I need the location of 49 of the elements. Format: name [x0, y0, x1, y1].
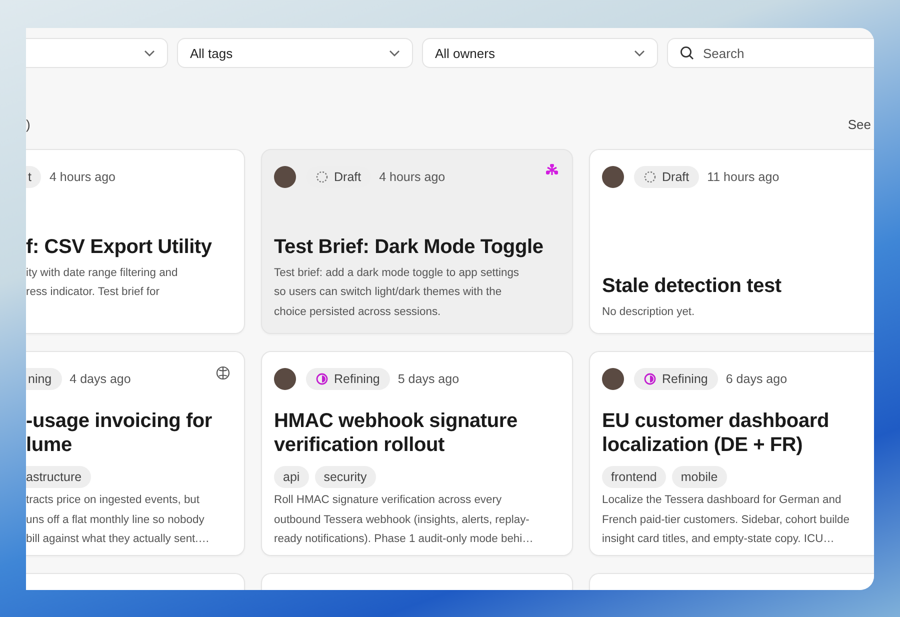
timestamp: 4 hours ago [49, 170, 116, 184]
half-circle-icon [316, 373, 328, 385]
status-badge: Refining [634, 368, 718, 390]
search-field[interactable]: Search [667, 38, 874, 68]
timestamp: 11 hours ago [707, 170, 780, 184]
status-badge: ning [26, 368, 62, 390]
tag-chip: api [274, 466, 309, 488]
card-description: Localize the Tessera dashboard for German and French paid-tier customers. Sidebar, cohort builde insight card titles, and empty-state copy. ICU… [602, 493, 850, 547]
status-badge: t [26, 166, 42, 188]
tag-chip: security [314, 466, 376, 488]
timestamp: 5 days ago [398, 372, 460, 386]
card-title: HMAC webhook signature verification rollout [274, 409, 518, 457]
card-title: Test Brief: Dark Mode Toggle [274, 234, 544, 258]
half-circle-icon [644, 373, 656, 385]
status-badge: Draft [634, 166, 700, 188]
card-title: f: CSV Export Utility [26, 234, 213, 258]
card-description: tracts price on ingested events, but uns off a flat monthly line so nobody bill against what they actually sent.… [26, 493, 210, 547]
timestamp: 6 days ago [726, 372, 788, 386]
dotted-circle-icon [644, 171, 656, 183]
chevron-down-icon [634, 50, 645, 56]
card-description: Test brief: add a dark mode toggle to app settings so users can switch light/dark themes with the choice persisted across sessions. [274, 266, 520, 320]
card-description: No description yet. [602, 304, 696, 320]
section-label: ) [26, 117, 30, 132]
timestamp: 4 hours ago [379, 170, 446, 184]
tag-chip: frontend [602, 466, 666, 488]
card-title: Stale detection test [602, 274, 782, 298]
search-icon [680, 46, 694, 60]
status-badge: Refining [306, 368, 390, 390]
chevron-down-icon [389, 50, 400, 56]
card-description: Roll HMAC signature verification across every outbound Tessera webhook (insights, alerts, replay- ready notifications). Phase 1 audit-only mode behi… [274, 493, 534, 547]
brief-card[interactable]: Draft 4 hours ago Test Brief: Dark Mode Toggle Test brief: add a dark mode toggle to app settings so users can switch light/dark themes with the choice persisted across sessions. [261, 149, 573, 334]
sparkle-icon [546, 164, 558, 176]
card-description: ity with date range filtering and ress indicator. Test brief for [26, 266, 179, 300]
brief-card[interactable]: t 4 hours ago f: CSV Export Utility ity with date range filtering and ress indicator. Test brief for [26, 149, 245, 334]
chevron-down-icon [144, 50, 155, 56]
globe-icon [216, 366, 230, 380]
tag-chip: mobile [672, 466, 727, 488]
card-title: -usage invoicing for lume [26, 409, 214, 457]
brief-card[interactable]: ning 4 days ago -usage invoicing for lume astructure tracts price on ingested events, but uns off a flat monthly line so nobody bill against what they actually sent.… [26, 351, 245, 556]
brief-card[interactable]: Draft 11 hours ago Stale detection test No description yet. [589, 149, 874, 334]
see-link[interactable]: See [848, 117, 874, 132]
filter-dropdown[interactable]: All tags [177, 38, 413, 68]
timestamp: 4 days ago [70, 372, 131, 386]
tag-chip: astructure [26, 466, 91, 488]
brief-card[interactable] [589, 351, 874, 556]
card-title: EU customer dashboard localization (DE + FR) [602, 409, 830, 457]
brief-card[interactable] [261, 351, 573, 556]
filter-dropdown[interactable]: All owners [422, 38, 658, 68]
dotted-circle-icon [316, 171, 328, 183]
